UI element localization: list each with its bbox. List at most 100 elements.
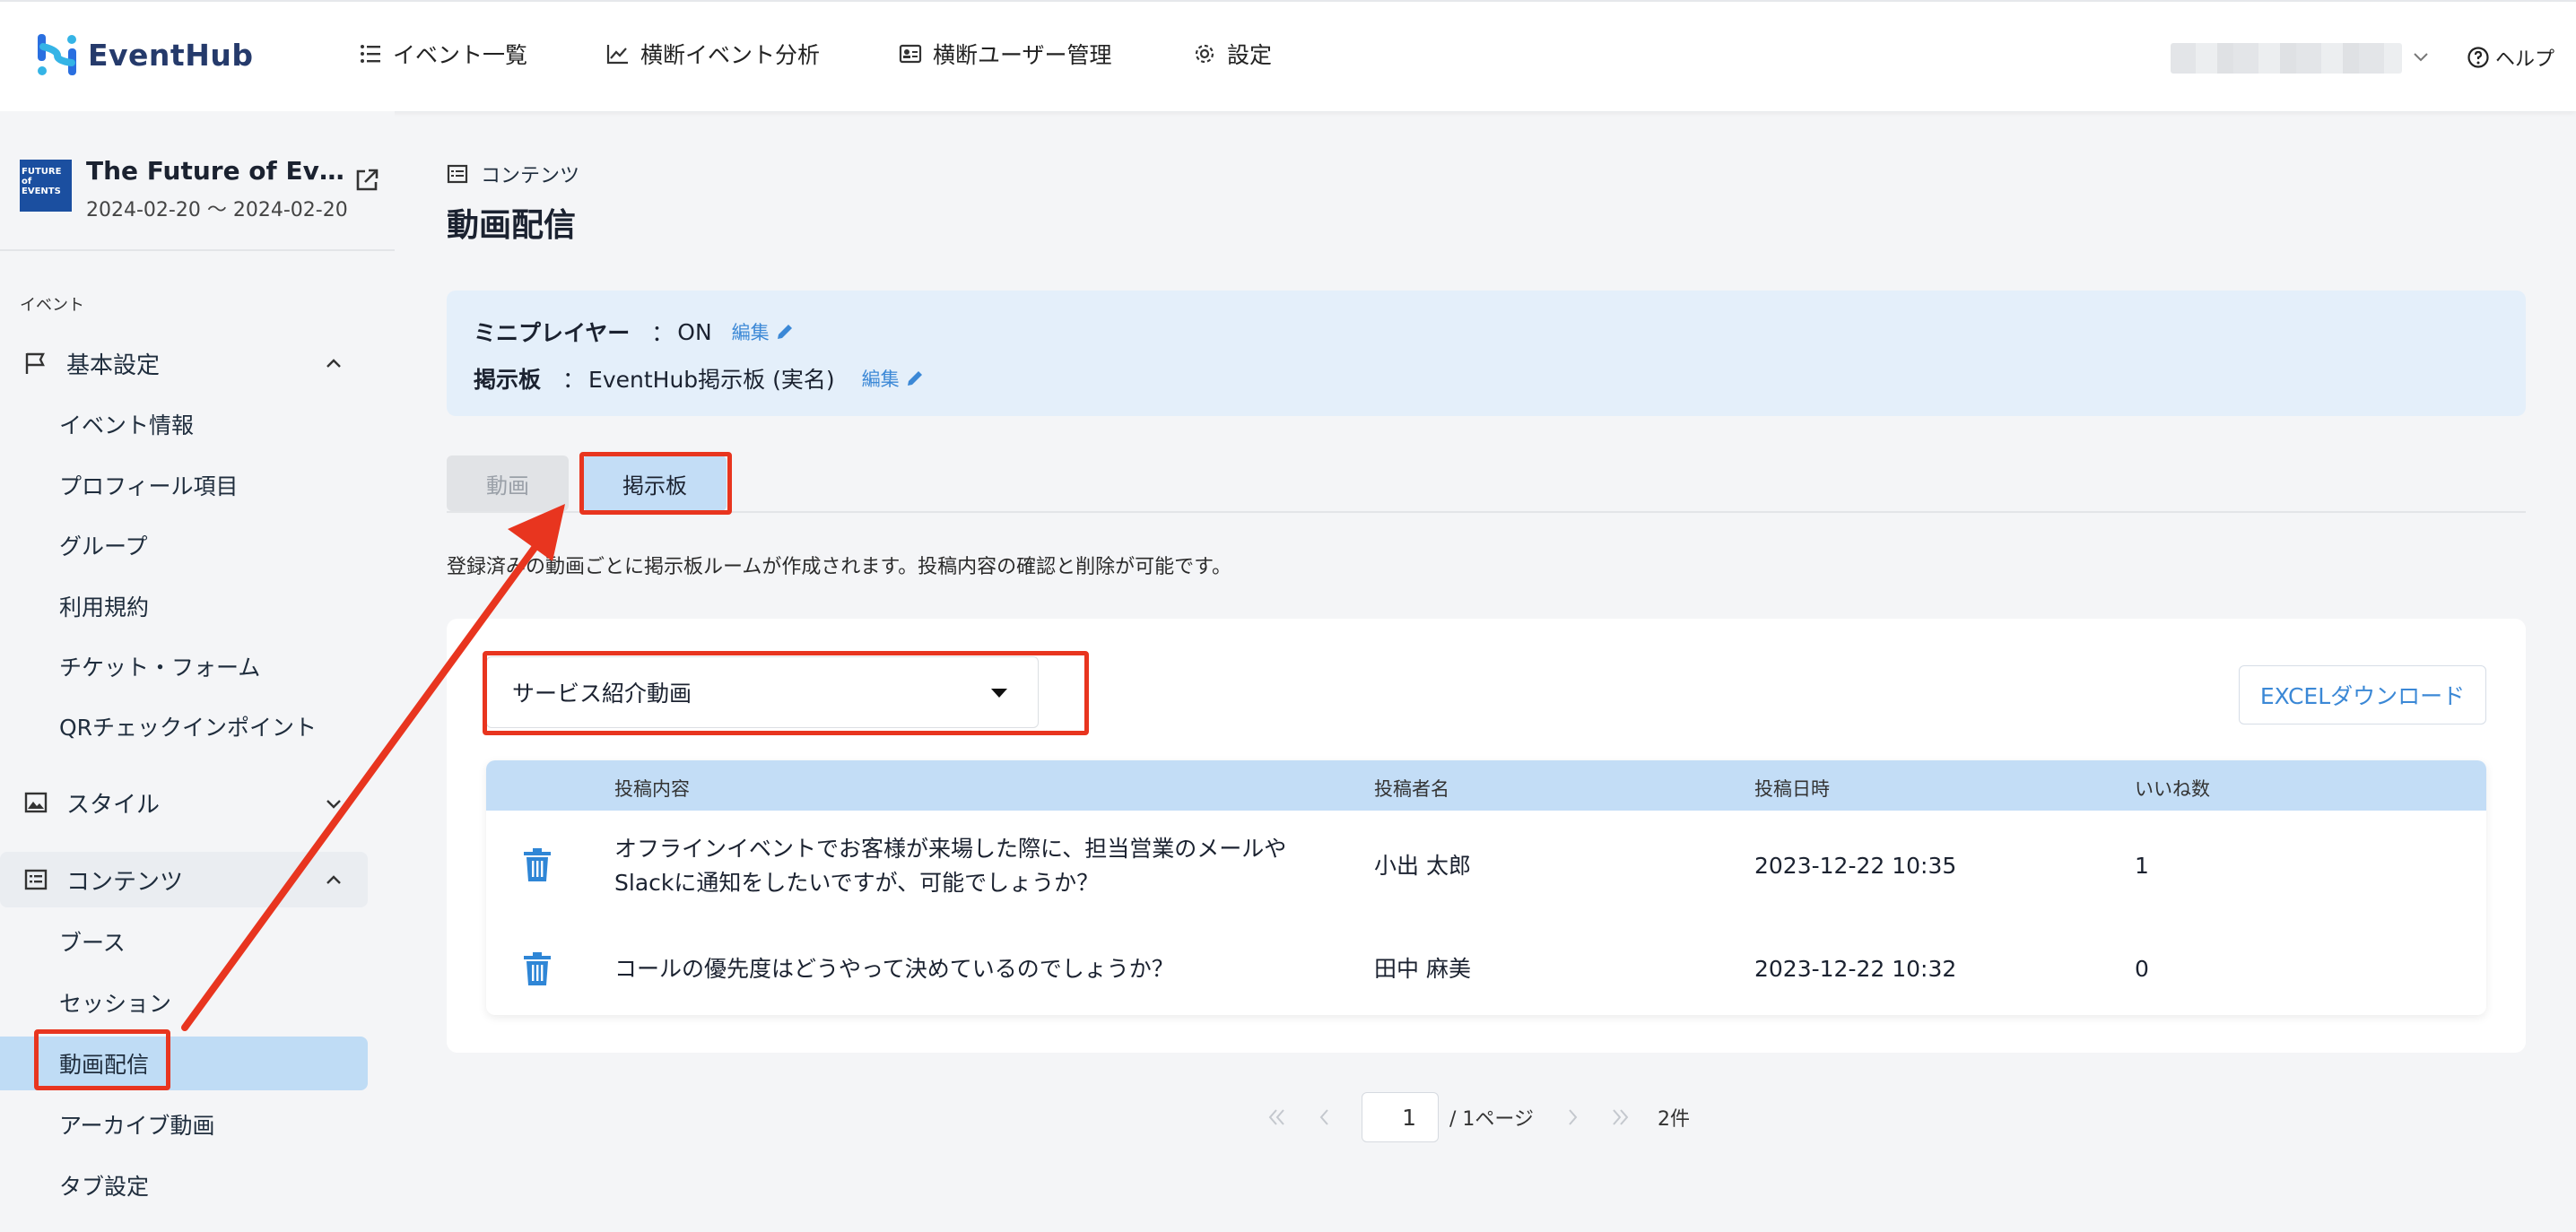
column-header-datetime[interactable]: 投稿日時	[1754, 775, 1830, 802]
settings-info-panel: ミニプレイヤー ： ON 編集 掲示板 ： EventHub掲示板 (実名) 編…	[447, 291, 2526, 416]
excel-download-button[interactable]: EXCELダウンロード	[2239, 665, 2486, 724]
column-header-author[interactable]: 投稿者名	[1374, 775, 1449, 802]
post-datetime: 2023-12-22 10:35	[1754, 853, 1957, 879]
list-box-icon	[24, 869, 48, 890]
nav-label: 設定	[1227, 42, 1273, 68]
sidebar-item-profile-fields[interactable]: プロフィール項目	[59, 469, 239, 501]
board-value: EventHub掲示板 (実名)	[588, 367, 835, 393]
sidebar-group-label: スタイル	[66, 791, 161, 819]
post-likes: 1	[2135, 853, 2149, 879]
tabs-divider	[447, 511, 2526, 513]
chevron-up-icon	[326, 875, 341, 884]
annotation-box-tab	[579, 452, 732, 515]
page-number-input[interactable]: 1	[1362, 1092, 1439, 1142]
id-card-icon	[899, 44, 922, 64]
annotation-box-sidebar	[34, 1029, 170, 1090]
next-page-icon[interactable]	[1561, 1106, 1584, 1129]
logo-text: EventHub	[88, 37, 254, 73]
top-header: EventHub イベント一覧 横断イベント分析 横断ユーザー管理 設定 ヘルプ	[0, 0, 2576, 111]
sidebar-item-tickets-forms[interactable]: チケット・フォーム	[59, 650, 260, 682]
eventhub-logo-icon	[38, 34, 76, 75]
board-label: 掲示板	[474, 367, 542, 393]
edit-label: 編集	[861, 369, 900, 390]
sidebar-item-tab-settings[interactable]: タブ設定	[59, 1169, 149, 1202]
post-content: オフラインイベントでお客様が来場した際に、担当営業のメールや Slackに通知を…	[614, 832, 1286, 900]
chevron-down-icon[interactable]	[2413, 48, 2429, 65]
post-datetime: 2023-12-22 10:32	[1754, 956, 1957, 982]
post-content-line: Slackに通知をしたいですが、可能でしょうか？	[614, 870, 1100, 896]
breadcrumb-label: コンテンツ	[481, 165, 580, 187]
sidebar-item-archive-video[interactable]: アーカイブ動画	[59, 1108, 215, 1141]
first-page-icon[interactable]	[1265, 1106, 1288, 1129]
list-box-icon	[447, 164, 468, 184]
nav-label: 横断イベント分析	[640, 42, 821, 68]
edit-miniplayer-link[interactable]: 編集	[732, 318, 795, 345]
pagination: 1 / 1ページ 2件	[1265, 1092, 1690, 1142]
page-title: 動画配信	[447, 207, 577, 244]
sidebar-item-qr-checkin[interactable]: QRチェックインポイント	[59, 710, 317, 742]
eventhub-logo[interactable]: EventHub	[36, 32, 253, 77]
nav-settings[interactable]: 設定	[1193, 38, 1272, 70]
trash-icon[interactable]	[522, 848, 553, 882]
miniplayer-value: ON	[677, 318, 712, 345]
table-header: 投稿内容 投稿者名 投稿日時 いいね数	[486, 760, 2486, 811]
help-label: ヘルプ	[2495, 48, 2555, 71]
post-likes: 0	[2135, 956, 2149, 982]
nav-cross-analytics[interactable]: 横断イベント分析	[606, 38, 820, 70]
event-title: The Future of Events	[86, 156, 346, 186]
post-author: 小出 太郎	[1374, 853, 1471, 879]
pencil-icon	[777, 325, 792, 339]
chevron-up-icon	[326, 359, 341, 368]
sidebar-group-basic-settings[interactable]: 基本設定	[0, 335, 368, 391]
miniplayer-row: ミニプレイヤー ： ON 編集	[474, 316, 795, 348]
external-link-icon[interactable]	[353, 167, 380, 194]
nav-cross-users[interactable]: 横断ユーザー管理	[899, 38, 1112, 70]
sidebar-item-event-info[interactable]: イベント情報	[59, 408, 194, 440]
nav-label: 横断ユーザー管理	[933, 42, 1112, 68]
chart-icon	[606, 45, 628, 65]
nav-label: イベント一覧	[393, 42, 528, 68]
result-count: 2件	[1657, 1108, 1690, 1131]
tab-video[interactable]: 動画	[447, 455, 569, 511]
pencil-icon	[907, 371, 922, 386]
separator: ：	[562, 367, 586, 393]
sidebar-item-booth[interactable]: ブース	[59, 925, 126, 958]
board-row: 掲示板 ： EventHub掲示板 (実名) 編集	[474, 362, 925, 395]
breadcrumb: コンテンツ	[447, 160, 579, 188]
post-content-line: オフラインイベントでお客様が来場した際に、担当営業のメールや	[614, 836, 1287, 862]
sidebar-group-label: コンテンツ	[66, 868, 184, 896]
chevron-down-icon	[326, 800, 341, 809]
posts-table: 投稿内容 投稿者名 投稿日時 いいね数 オフラインイベントでお客様が来場した際に…	[486, 760, 2486, 1015]
board-description: 登録済みの動画ごとに掲示板ルームが作成されます。投稿内容の確認と削除が可能です。	[447, 556, 1231, 578]
prev-page-icon[interactable]	[1313, 1106, 1336, 1129]
event-date: 2024-02-20 〜 2024-02-20	[86, 199, 348, 221]
question-circle-icon	[2467, 47, 2489, 68]
sidebar-item-groups[interactable]: グループ	[59, 529, 148, 561]
user-account-menu[interactable]	[2171, 43, 2402, 74]
sidebar-item-session[interactable]: セッション	[59, 986, 171, 1019]
table-row: オフラインイベントでお客様が来場した際に、担当営業のメールや Slackに通知を…	[486, 811, 2486, 922]
edit-board-link[interactable]: 編集	[862, 365, 925, 392]
miniplayer-label: ミニプレイヤー	[474, 320, 631, 346]
sidebar-item-terms[interactable]: 利用規約	[59, 590, 149, 622]
post-author: 田中 麻美	[1374, 956, 1471, 982]
current-event-card[interactable]: FUTURE of EVENTS The Future of Events 20…	[20, 156, 387, 237]
trash-icon[interactable]	[522, 952, 553, 986]
column-header-likes[interactable]: いいね数	[2135, 775, 2210, 802]
help-link[interactable]: ヘルプ	[2467, 43, 2554, 72]
sidebar-divider	[0, 249, 395, 251]
table-row: コールの優先度はどうやって決めているのでしょうか？ 田中 麻美 2023-12-…	[486, 922, 2486, 1015]
page-total: / 1ページ	[1449, 1108, 1534, 1131]
edit-label: 編集	[731, 322, 770, 343]
annotation-box-select	[483, 651, 1089, 735]
event-thumbnail: FUTURE of EVENTS	[20, 160, 72, 212]
post-content: コールの優先度はどうやって決めているのでしょうか？	[614, 956, 1174, 982]
sidebar-section-label: イベント	[20, 296, 84, 315]
last-page-icon[interactable]	[1609, 1106, 1632, 1129]
gear-icon	[1195, 44, 1214, 64]
nav-event-list[interactable]: イベント一覧	[359, 38, 527, 70]
sidebar-group-style[interactable]: スタイル	[0, 775, 368, 830]
sidebar-group-contents[interactable]: コンテンツ	[0, 852, 368, 907]
column-header-content[interactable]: 投稿内容	[614, 775, 690, 802]
separator: ：	[651, 320, 674, 346]
